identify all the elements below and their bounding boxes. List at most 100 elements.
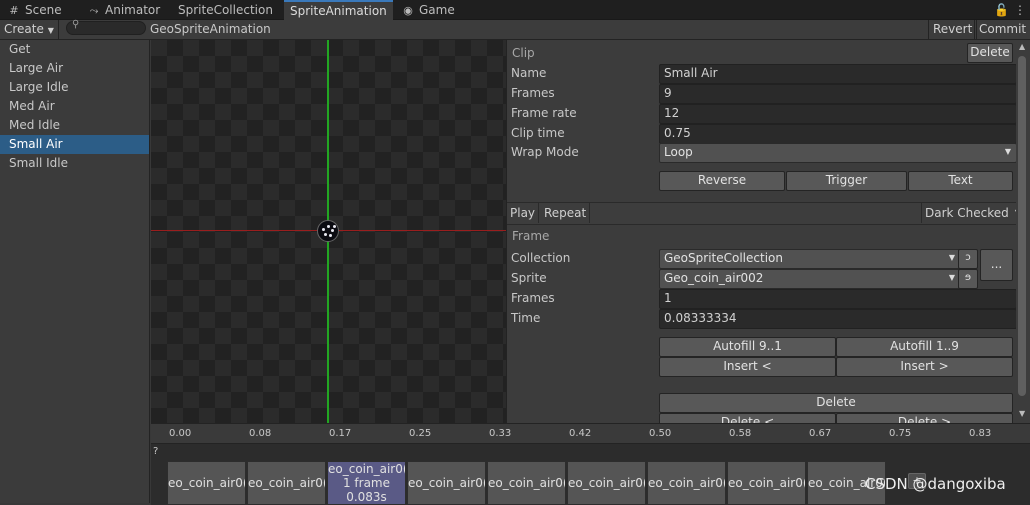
sprite-dropdown[interactable]: Geo_coin_air002 ▼ bbox=[659, 269, 961, 289]
tab-label: Animator bbox=[105, 3, 161, 17]
coin-sprite-image bbox=[317, 220, 339, 242]
create-dropdown[interactable]: Create ▼ bbox=[0, 20, 59, 39]
wrapmode-dropdown[interactable]: Loop ▼ bbox=[659, 143, 1016, 163]
time-tick: 0.75 bbox=[889, 428, 912, 439]
sprite-preview-viewport[interactable] bbox=[151, 40, 506, 423]
timeline-ruler: 0.00 0.08 0.17 0.25 0.33 0.42 0.50 0.58 … bbox=[151, 423, 1030, 443]
insert-after-button[interactable]: Insert > bbox=[836, 357, 1013, 377]
frame-cell[interactable]: eo_coin_air0( bbox=[647, 461, 726, 505]
clip-item[interactable]: Large Idle bbox=[0, 78, 149, 97]
search-input[interactable]: ⚲ bbox=[66, 19, 146, 35]
grid-icon: # bbox=[9, 4, 19, 17]
preview-playbar: Play Repeat Dark Checked ▼ bbox=[507, 202, 1016, 225]
scrollbar-thumb[interactable] bbox=[1018, 56, 1026, 396]
autofill-desc-button[interactable]: Autofill 9..1 bbox=[659, 337, 836, 357]
chevron-down-icon: ▼ bbox=[47, 26, 54, 35]
collection-select-icon[interactable]: ↄ bbox=[958, 249, 978, 269]
play-button[interactable]: Play bbox=[507, 203, 540, 223]
clip-frames-field[interactable]: 9 bbox=[659, 84, 1016, 104]
text-button[interactable]: Text bbox=[908, 171, 1013, 191]
commit-button[interactable]: Commit bbox=[974, 20, 1030, 39]
frame-cell[interactable]: eo_coin_air0( bbox=[727, 461, 806, 505]
create-label: Create bbox=[4, 22, 44, 36]
clip-item-selected[interactable]: Small Air bbox=[0, 135, 149, 154]
scroll-up-icon[interactable]: ▲ bbox=[1019, 42, 1025, 51]
clip-item[interactable]: Get bbox=[0, 40, 149, 59]
frame-frames-field[interactable]: 1 bbox=[659, 289, 1016, 309]
frame-cell[interactable]: eo_coin_air0( bbox=[167, 461, 246, 505]
more-vertical-icon[interactable]: ⋮ bbox=[1008, 1, 1030, 20]
sprite-edit-icon[interactable]: ɘ bbox=[958, 269, 978, 289]
frame-time-field[interactable]: 0.08333334 bbox=[659, 309, 1016, 329]
search-icon: ⚲ bbox=[72, 19, 80, 30]
clip-item[interactable]: Small Idle bbox=[0, 154, 149, 173]
revert-button[interactable]: Revert bbox=[928, 20, 978, 39]
framerate-field[interactable]: 12 bbox=[659, 104, 1016, 124]
time-tick: 0.58 bbox=[729, 428, 752, 439]
frame-sprite-name: eo_coin_air0( bbox=[728, 476, 806, 490]
time-tick: 0.08 bbox=[249, 428, 272, 439]
scroll-down-icon[interactable]: ▼ bbox=[1019, 409, 1025, 418]
tab-label: SpriteAnimation bbox=[290, 4, 387, 18]
frame-sprite-name: eo_coin_air0( bbox=[648, 476, 726, 490]
time-tick: 0.67 bbox=[809, 428, 832, 439]
tab-label: Game bbox=[419, 3, 455, 17]
gamepad-icon: ◉ bbox=[403, 4, 413, 17]
wrapmode-label: Wrap Mode bbox=[511, 145, 579, 159]
frame-count: 1 frame bbox=[342, 476, 391, 490]
framerate-label: Frame rate bbox=[511, 106, 577, 120]
background-value: Dark Checked bbox=[925, 206, 1009, 220]
sprite-value: Geo_coin_air002 bbox=[664, 271, 764, 285]
time-tick: 0.17 bbox=[329, 428, 352, 439]
time-tick: 0.25 bbox=[409, 428, 432, 439]
autofill-asc-button[interactable]: Autofill 1..9 bbox=[836, 337, 1013, 357]
clip-item[interactable]: Med Air bbox=[0, 97, 149, 116]
frame-cell[interactable]: eo_coin_air0( bbox=[487, 461, 566, 505]
delete-frame-button[interactable]: Delete bbox=[659, 393, 1013, 413]
cliptime-label: Clip time bbox=[511, 126, 565, 140]
animator-icon: ⤳ bbox=[89, 4, 99, 17]
help-icon[interactable]: ? bbox=[153, 446, 158, 457]
background-dropdown[interactable]: Dark Checked ▼ bbox=[921, 203, 1016, 223]
delete-after-button[interactable]: Delete > bbox=[836, 413, 1013, 423]
frame-cell[interactable]: eo_coin_air0( bbox=[567, 461, 646, 505]
collection-dropdown[interactable]: GeoSpriteCollection ▼ bbox=[659, 249, 961, 269]
more-options-button[interactable]: ... bbox=[980, 249, 1013, 281]
repeat-button[interactable]: Repeat bbox=[541, 203, 591, 223]
sprite-label: Sprite bbox=[511, 271, 547, 285]
clip-item[interactable]: Large Air bbox=[0, 59, 149, 78]
clip-list: Get Large Air Large Idle Med Air Med Idl… bbox=[0, 40, 150, 503]
asset-name: GeoSpriteAnimation bbox=[150, 22, 271, 36]
clip-item[interactable]: Med Idle bbox=[0, 116, 149, 135]
tab-animator[interactable]: ⤳ Animator bbox=[82, 1, 166, 20]
time-tick: 0.00 bbox=[169, 428, 192, 439]
inspector-panel: Clip Delete Name Small Air Frames 9 Fram… bbox=[506, 40, 1016, 423]
tab-game[interactable]: ◉ Game bbox=[396, 1, 461, 20]
frame-sprite-name: eo_coin_air0( bbox=[488, 476, 566, 490]
delete-clip-button[interactable]: Delete bbox=[967, 43, 1013, 63]
reverse-button[interactable]: Reverse bbox=[659, 171, 785, 191]
frame-sprite-name: eo_coin_air0( bbox=[248, 476, 326, 490]
tab-spritecollection[interactable]: SpriteCollection bbox=[172, 1, 279, 20]
frame-cell[interactable]: eo_coin_air0( bbox=[407, 461, 486, 505]
time-tick: 0.50 bbox=[649, 428, 672, 439]
trigger-button[interactable]: Trigger bbox=[786, 171, 907, 191]
collection-label: Collection bbox=[511, 251, 571, 265]
frame-duration: 0.083s bbox=[346, 490, 387, 504]
toolbar: Create ▼ ⚲ GeoSpriteAnimation Revert Com… bbox=[0, 19, 1030, 40]
collection-value: GeoSpriteCollection bbox=[664, 251, 783, 265]
time-tick: 0.33 bbox=[489, 428, 512, 439]
delete-before-button[interactable]: Delete < bbox=[659, 413, 836, 423]
cliptime-field[interactable]: 0.75 bbox=[659, 124, 1016, 144]
clip-name-field[interactable]: Small Air bbox=[659, 64, 1016, 84]
tab-spriteanimation[interactable]: SpriteAnimation bbox=[284, 0, 393, 21]
insert-before-button[interactable]: Insert < bbox=[659, 357, 836, 377]
chevron-down-icon: ▼ bbox=[948, 273, 955, 282]
time-label: Time bbox=[511, 311, 541, 325]
frame-cell-selected[interactable]: eo_coin_air0( 1 frame 0.083s bbox=[327, 461, 406, 505]
watermark-text: CSDN @dangoxiba bbox=[865, 475, 1006, 493]
frame-cell[interactable]: eo_coin_air0( bbox=[247, 461, 326, 505]
tab-scene[interactable]: # Scene bbox=[2, 1, 68, 20]
window-tab-bar: # Scene ⤳ Animator SpriteCollection Sprite… bbox=[0, 0, 1030, 21]
tab-label: SpriteCollection bbox=[178, 3, 273, 17]
